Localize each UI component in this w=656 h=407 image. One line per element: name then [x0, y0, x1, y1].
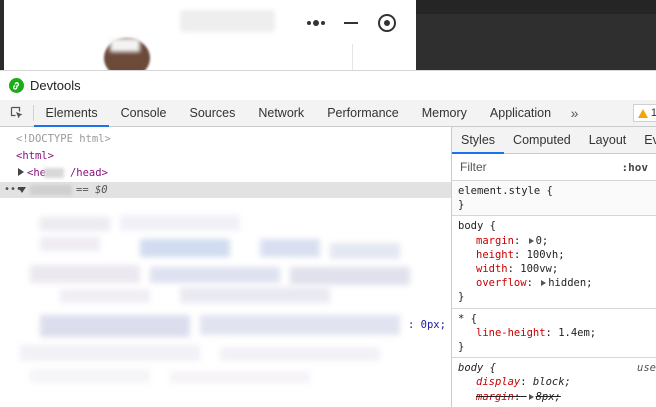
expand-shorthand-icon[interactable] — [541, 280, 547, 287]
blurred-page-title — [180, 10, 275, 32]
doctype-node[interactable]: <!DOCTYPE html> — [16, 131, 111, 147]
styles-filter-input[interactable]: Filter — [460, 160, 487, 174]
expand-shorthand-icon — [528, 393, 534, 400]
expand-shorthand-icon[interactable] — [528, 237, 534, 244]
preview-right-background — [416, 0, 656, 70]
html-node[interactable]: <html> — [16, 148, 54, 164]
css-declaration[interactable]: line-height: 1.4em; — [458, 326, 650, 340]
truncated-attribute-value: : 0px; — [408, 319, 446, 331]
tab-computed[interactable]: Computed — [504, 127, 580, 153]
page-preview — [0, 0, 656, 70]
tab-application[interactable]: Application — [478, 100, 562, 126]
styles-filter-bar: Filter :hov — [452, 154, 656, 181]
redacted-block — [220, 347, 380, 361]
redacted-block — [140, 239, 230, 257]
tab-styles[interactable]: Styles — [452, 127, 505, 154]
warning-badge[interactable]: 1 — [632, 104, 656, 122]
devtools-title: Devtools — [30, 78, 81, 93]
element-style-rule[interactable]: element.style { } — [452, 181, 656, 217]
rule-close: } — [458, 341, 465, 354]
redacted-block — [30, 369, 150, 383]
styles-tab-strip: Styles Computed Layout Ev — [452, 127, 656, 154]
more-dot-icon — [321, 21, 326, 25]
more-options-button[interactable] — [302, 9, 330, 37]
tab-network[interactable]: Network — [247, 100, 316, 126]
tab-event-listeners[interactable]: Ev — [635, 127, 656, 153]
devtools-title-bar: Devtools — [0, 70, 656, 100]
redacted-block — [330, 243, 400, 259]
preview-left-edge — [0, 0, 4, 70]
redacted-text — [44, 168, 64, 178]
rule-selector: * { — [458, 312, 477, 325]
redacted-block — [170, 371, 310, 383]
hover-state-toggle[interactable]: :hov — [622, 161, 649, 174]
minimize-icon — [344, 22, 358, 24]
css-declaration[interactable]: height: 100vh; — [458, 248, 650, 262]
redacted-block — [150, 267, 280, 283]
rule-selector: element.style { — [458, 185, 553, 197]
tab-layout[interactable]: Layout — [580, 127, 636, 153]
devtools-logo-icon — [9, 78, 24, 93]
redacted-block — [260, 239, 320, 257]
tab-elements[interactable]: Elements — [34, 100, 110, 127]
redacted-block — [60, 289, 150, 303]
more-tabs-button[interactable]: » — [563, 100, 587, 126]
rule-selector: body { — [458, 220, 496, 233]
css-declaration[interactable]: width: 100vw; — [458, 262, 650, 276]
more-dot-icon — [306, 21, 311, 25]
preview-divider — [352, 44, 353, 70]
redacted-block — [120, 215, 240, 231]
css-rule-universal[interactable]: * { line-height: 1.4em; } — [452, 309, 656, 359]
redacted-block — [290, 267, 410, 285]
devtools-tab-strip: Elements Console Sources Network Perform… — [0, 100, 656, 127]
more-dot-icon — [313, 20, 319, 26]
tab-sources[interactable]: Sources — [178, 100, 247, 126]
warning-icon — [637, 108, 648, 118]
redacted-block — [180, 287, 330, 303]
inspect-element-button[interactable] — [0, 105, 34, 121]
elements-dom-tree: <!DOCTYPE html> <html> <he/head> ••• == … — [0, 127, 451, 407]
warning-count: 1 — [650, 107, 656, 119]
record-close-icon — [378, 14, 396, 32]
selected-node-marker: == $0 — [76, 184, 108, 196]
expand-triangle-icon[interactable] — [18, 168, 24, 176]
redacted-block — [40, 315, 190, 337]
rule-selector: body { — [458, 362, 496, 375]
css-declaration: display: block; — [476, 376, 571, 389]
redacted-block — [40, 237, 100, 251]
css-declaration[interactable]: margin: 0; — [458, 234, 650, 248]
redacted-block — [40, 217, 110, 231]
close-miniprogram-button[interactable] — [376, 9, 398, 37]
tab-performance[interactable]: Performance — [316, 100, 411, 126]
rule-close: } — [458, 291, 465, 304]
redacted-block — [200, 315, 400, 335]
css-declaration[interactable]: overflow: hidden; — [458, 276, 650, 290]
avatar-highlight — [110, 38, 140, 52]
user-agent-rule-body[interactable]: body { use display: block; margin: 8px; — [452, 358, 656, 407]
inspect-cursor-icon — [10, 106, 22, 119]
minimize-button[interactable] — [340, 9, 362, 37]
tab-console[interactable]: Console — [109, 100, 178, 126]
selected-body-node[interactable]: ••• == $0 — [0, 182, 451, 198]
rule-source: use — [637, 362, 656, 375]
overridden-declaration: margin: 8px; — [476, 390, 561, 403]
redacted-tag — [30, 185, 72, 195]
collapse-triangle-icon[interactable] — [18, 187, 26, 193]
styles-sidebar: Styles Computed Layout Ev Filter :hov el… — [451, 127, 656, 407]
css-rule-body[interactable]: body { margin: 0; height: 100vh; width: … — [452, 216, 656, 309]
preview-right-strip — [416, 0, 656, 14]
tab-memory[interactable]: Memory — [410, 100, 478, 126]
redacted-block — [30, 265, 140, 283]
rule-close: } — [458, 199, 465, 212]
redacted-block — [20, 345, 200, 361]
